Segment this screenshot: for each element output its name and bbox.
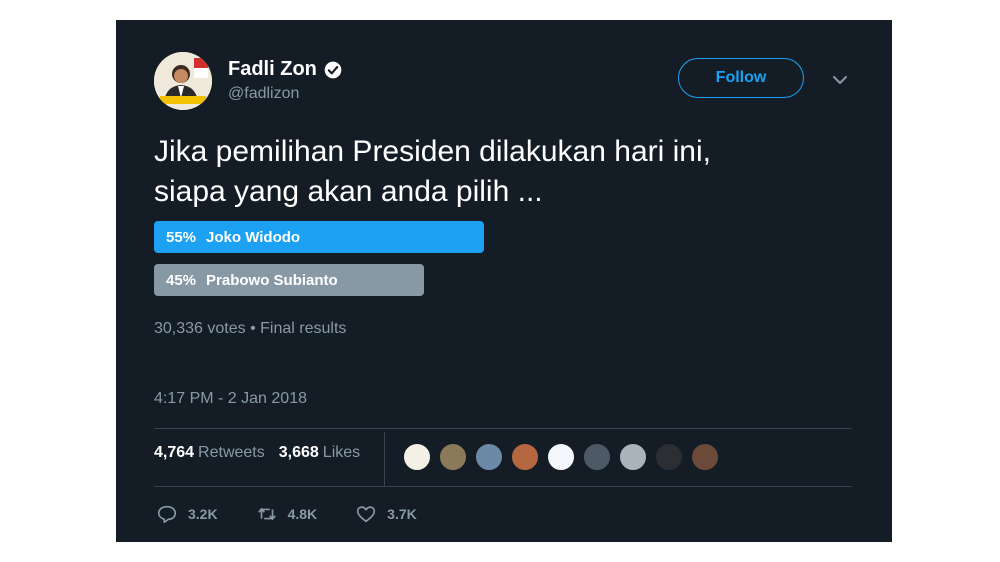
poll-option-label: Prabowo Subianto <box>206 271 338 289</box>
retweet-icon <box>257 507 276 521</box>
tweet-timestamp[interactable]: 4:17 PM - 2 Jan 2018 <box>154 390 307 408</box>
user-name-row: Fadli Zon <box>228 58 343 81</box>
poll-option-joko-widodo: 55% Joko Widodo <box>154 221 484 253</box>
avatar-icon[interactable] <box>618 442 648 472</box>
avatar-icon[interactable] <box>474 442 504 472</box>
poll-option-percent: 55% <box>166 228 197 246</box>
avatar-icon[interactable] <box>582 442 612 472</box>
avatar-icon[interactable] <box>654 442 684 472</box>
user-handle[interactable]: @fadlizon <box>228 85 299 103</box>
user-name[interactable]: Fadli Zon <box>228 58 317 81</box>
retweets-label[interactable]: Retweets <box>198 444 265 462</box>
poll-separator: • <box>250 320 256 337</box>
tweet-actions: 3.2K 4.8K 3.7K <box>156 503 455 525</box>
tweet-text-line: siapa yang akan anda pilih ... <box>154 175 543 208</box>
like-count: 3.7K <box>387 506 417 522</box>
chevron-down-icon[interactable] <box>832 74 848 86</box>
avatar-icon[interactable] <box>690 442 720 472</box>
poll-summary: 30,336 votes • Final results <box>154 320 346 338</box>
poll-status: Final results <box>260 320 347 337</box>
avatar-icon[interactable] <box>546 442 576 472</box>
verified-badge-icon <box>324 61 342 78</box>
retweet-button[interactable]: 4.8K <box>256 503 318 525</box>
avatar-icon[interactable] <box>438 442 468 472</box>
retweets-count[interactable]: 4,764 <box>154 444 194 462</box>
avatar[interactable] <box>154 52 212 110</box>
heart-icon <box>357 506 376 523</box>
poll-votes: 30,336 votes <box>154 320 246 337</box>
poll-option-prabowo-subianto: 45% Prabowo Subianto <box>154 264 424 296</box>
profile-photo <box>154 52 212 110</box>
engagement-stats: 4,764 Retweets 3,668 Likes <box>154 444 360 462</box>
divider <box>384 432 385 486</box>
retweet-count: 4.8K <box>287 506 318 522</box>
reply-count: 3.2K <box>188 506 218 522</box>
reply-icon <box>157 505 177 524</box>
likes-count[interactable]: 3,668 <box>279 444 319 462</box>
tweet-text-line: Jika pemilihan Presiden dilakukan hari i… <box>154 135 711 168</box>
poll-option-percent: 45% <box>166 271 197 289</box>
reply-button[interactable]: 3.2K <box>156 503 218 525</box>
like-button[interactable]: 3.7K <box>355 503 417 525</box>
avatar-icon[interactable] <box>402 442 432 472</box>
follow-button[interactable]: Follow <box>678 58 804 98</box>
poll-option-label: Joko Widodo <box>206 228 301 246</box>
divider <box>154 428 852 429</box>
avatar-icon[interactable] <box>510 442 540 472</box>
liker-avatars <box>402 442 726 472</box>
tweet-text: Jika pemilihan Presiden dilakukan hari i… <box>154 132 854 212</box>
divider <box>154 486 852 487</box>
likes-label[interactable]: Likes <box>323 444 360 462</box>
tweet-card: Fadli Zon @fadlizon Follow Jika pemiliha… <box>116 20 892 542</box>
